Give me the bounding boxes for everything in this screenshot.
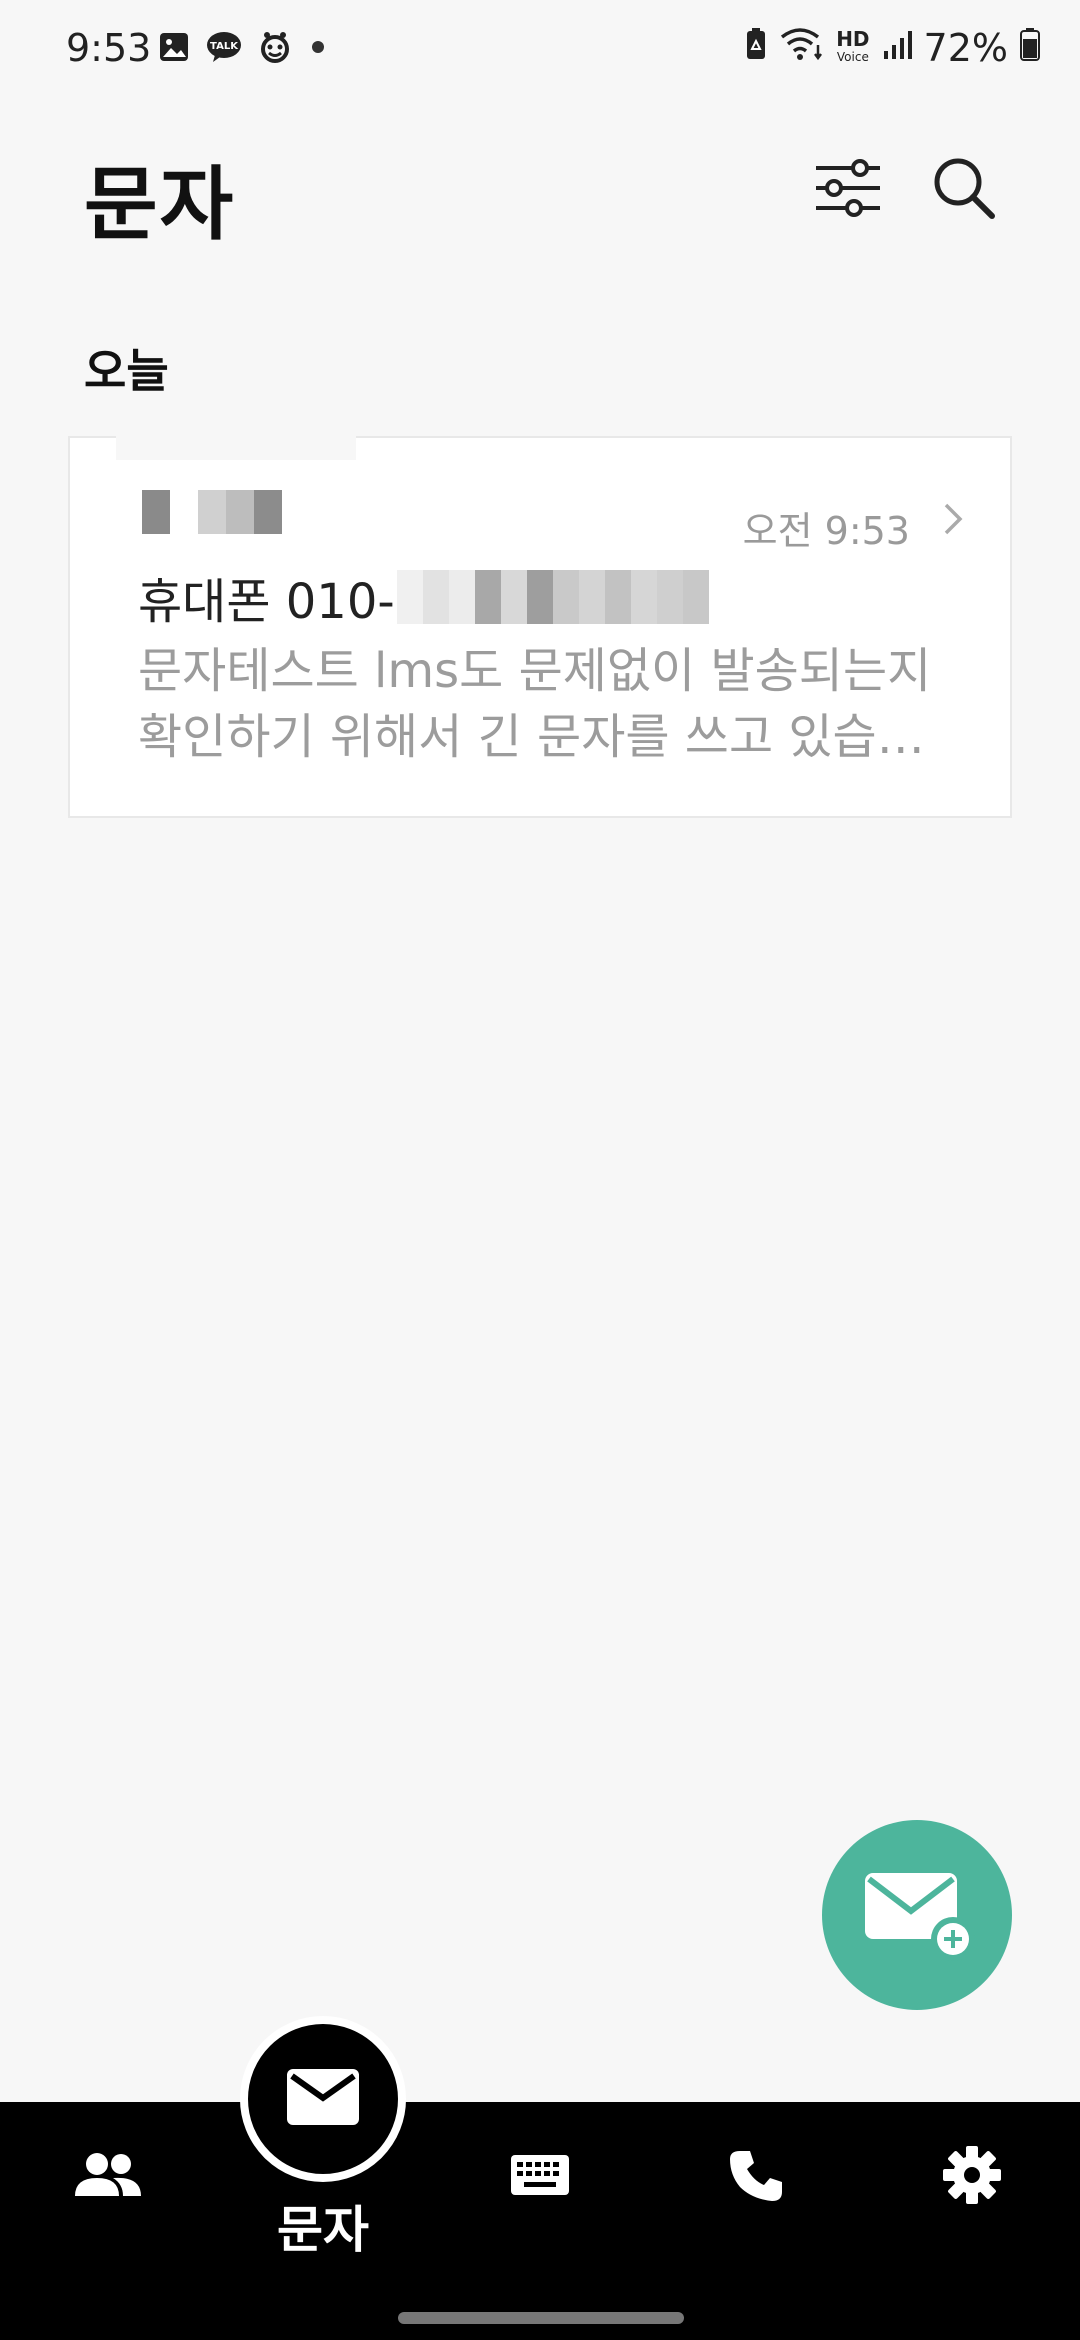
battery-icon — [1020, 26, 1040, 70]
app-icon — [258, 30, 292, 68]
search-button[interactable] — [924, 150, 1004, 230]
compose-message-button[interactable] — [822, 1820, 1012, 2010]
chevron-right-icon — [942, 502, 966, 540]
preview-line-1: 문자테스트 lms도 문제없이 발송되는지 — [138, 643, 932, 699]
settings-icon — [942, 2145, 1002, 2209]
contacts-icon — [73, 2150, 143, 2204]
compose-message-icon — [857, 1863, 977, 1967]
phone-icon — [728, 2147, 784, 2207]
phone-number-redacted — [396, 570, 709, 624]
kakaotalk-icon: TALK — [206, 31, 242, 67]
battery-saver-icon — [744, 26, 768, 70]
battery-percent: 72% — [923, 26, 1008, 70]
page-title: 문자 — [84, 158, 236, 251]
message-preview: 문자테스트 lms도 문제없이 발송되는지 확인하기 위해서 긴 문자를 쓰고 … — [138, 638, 968, 770]
nav-messages-label[interactable]: 문자 — [240, 2190, 406, 2262]
filter-button[interactable] — [808, 150, 888, 230]
wifi-icon — [780, 26, 824, 70]
keypad-icon — [510, 2154, 570, 2200]
status-bar: 9:53 TALK HD Voice 72% — [0, 0, 1080, 100]
filter-sliders-icon — [814, 158, 882, 222]
message-time: 오전 9:53 — [742, 509, 910, 553]
status-time: 9:53 — [66, 26, 152, 70]
hd-voice-icon: HD Voice — [836, 27, 870, 64]
nav-settings[interactable] — [912, 2102, 1032, 2252]
bottom-navigation — [0, 2102, 1080, 2340]
sender-name-redacted — [142, 490, 282, 534]
search-icon — [932, 156, 996, 224]
svg-text:TALK: TALK — [210, 41, 239, 52]
signal-icon — [882, 26, 912, 70]
message-thread-card[interactable]: 오전 9:53 휴대폰 010- 문자테스트 lms도 문제없이 발송되는지 확… — [68, 434, 1012, 818]
preview-line-2: 확인하기 위해서 긴 문자를 쓰고 있습… — [138, 709, 925, 765]
message-icon — [286, 2068, 360, 2130]
nav-messages[interactable] — [240, 2016, 406, 2182]
gallery-icon — [158, 31, 190, 67]
dot-icon — [308, 37, 328, 61]
home-indicator[interactable] — [398, 2312, 684, 2324]
section-title-today: 오늘 — [84, 344, 169, 398]
nav-contacts[interactable] — [48, 2102, 168, 2252]
nav-phone[interactable] — [696, 2102, 816, 2252]
phone-prefix: 휴대폰 010- — [138, 574, 395, 630]
system-status: HD Voice 72% — [744, 26, 1040, 70]
sender-phone: 휴대폰 010- — [138, 562, 709, 632]
nav-keypad[interactable] — [480, 2102, 600, 2252]
notification-icons: TALK — [158, 30, 328, 68]
